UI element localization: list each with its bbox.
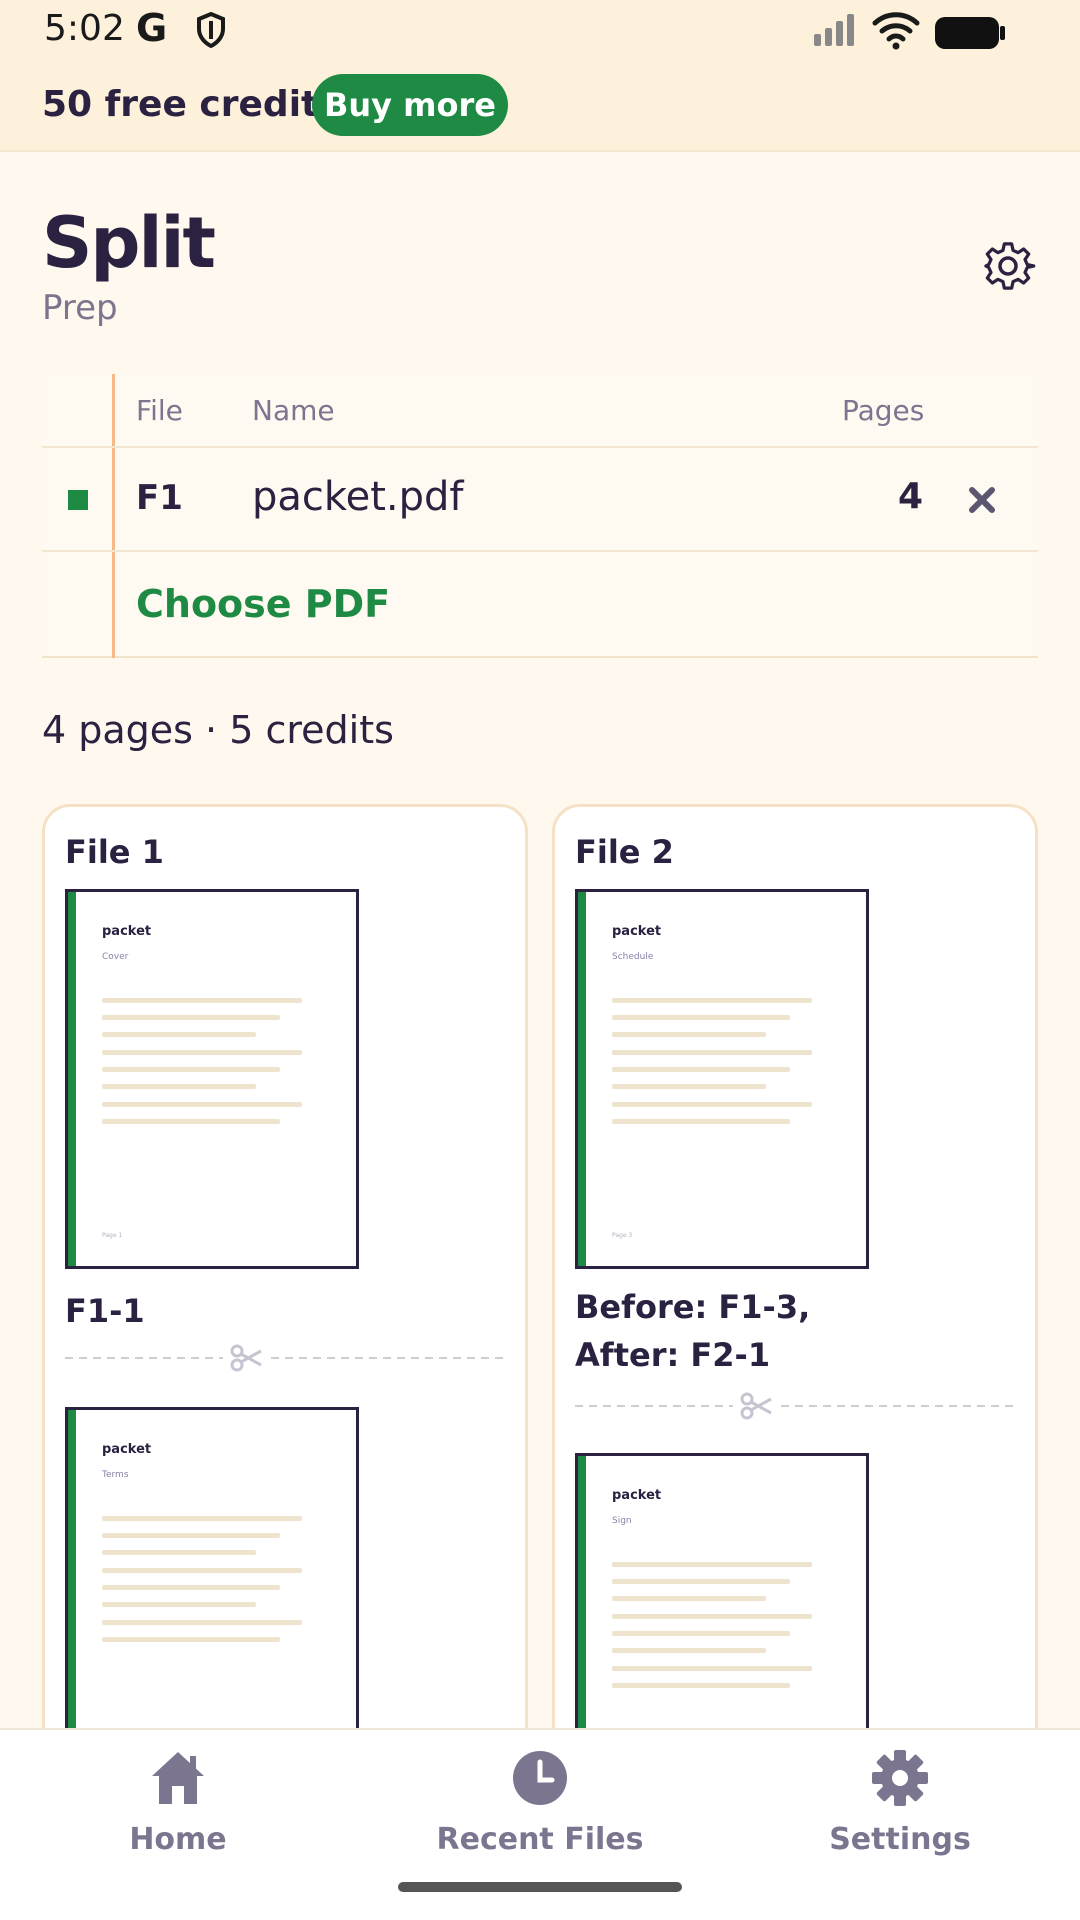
- page-label: F1-1: [65, 1292, 145, 1330]
- thumbnail-text-line: [102, 1533, 280, 1538]
- shield-icon: [197, 12, 225, 48]
- thumbnail-text-line: [102, 1067, 280, 1072]
- thumbnail-text-line: [102, 1119, 280, 1124]
- card-title: File 1: [65, 833, 164, 871]
- thumbnail-text-line: [612, 1015, 790, 1020]
- thumbnail-subtitle: Sign: [612, 1516, 632, 1526]
- thumbnail-subtitle: Cover: [102, 952, 129, 962]
- thumbnail-text-line: [102, 1015, 280, 1020]
- thumbnail-text-line: [612, 1067, 790, 1072]
- home-icon: [152, 1752, 204, 1804]
- thumbnail-subtitle: Schedule: [612, 952, 654, 962]
- battery-icon: [935, 17, 1005, 49]
- thumbnail-text-line: [102, 1568, 302, 1573]
- nav-recent-files[interactable]: Recent Files: [390, 1730, 690, 1870]
- credits-banner: 50 free credits Buy more: [0, 64, 1080, 152]
- column-header-file: File: [136, 394, 183, 427]
- nav-recent-files-label: Recent Files: [436, 1822, 644, 1857]
- file-card-1: File 1 packet Cover Page 1 F1-1 packet T…: [42, 804, 528, 1804]
- row-separator: [42, 446, 1038, 448]
- gear-icon[interactable]: [980, 238, 1036, 294]
- file-name: packet.pdf: [252, 474, 464, 520]
- nav-home-label: Home: [129, 1822, 227, 1857]
- page-thumbnail[interactable]: packet Schedule Page 3: [575, 889, 869, 1269]
- google-icon: G: [136, 6, 168, 50]
- scissors-icon: [740, 1392, 772, 1420]
- clock-icon: [513, 1751, 567, 1805]
- thumbnail-title: packet: [102, 924, 152, 939]
- thumbnail-text-line: [612, 1119, 790, 1124]
- file-table: File Name Pages F1 packet.pdf 4 Choose P…: [42, 374, 1038, 658]
- column-header-name: Name: [252, 394, 335, 427]
- card-title: File 2: [575, 833, 674, 871]
- signal-icon: [814, 14, 854, 46]
- split-cut-line[interactable]: [575, 1391, 1017, 1421]
- settings-icon: [872, 1750, 928, 1806]
- thumbnail-title: packet: [612, 924, 662, 939]
- thumbnail-text-line: [612, 1648, 766, 1653]
- thumbnail-accent-bar: [68, 892, 76, 1266]
- page-subtitle: Prep: [42, 288, 118, 328]
- thumbnail-text-line: [612, 1032, 766, 1037]
- wifi-icon: [872, 12, 920, 50]
- thumbnail-text-line: [102, 1084, 256, 1089]
- file-id: F1: [136, 478, 183, 518]
- file-color-indicator: [68, 490, 88, 510]
- thumbnail-text-line: [102, 1050, 302, 1055]
- thumbnail-text-line: [102, 1585, 280, 1590]
- thumbnail-text-line: [612, 1050, 812, 1055]
- nav-home[interactable]: Home: [28, 1730, 328, 1870]
- page-label-before: Before: F1-3,: [575, 1288, 811, 1326]
- page-title: Split: [42, 202, 216, 284]
- free-credits-label: 50 free credits: [42, 84, 340, 125]
- thumbnail-text-line: [612, 1562, 812, 1567]
- thumbnail-text-line: [102, 998, 302, 1003]
- thumbnail-footer: Page 1: [102, 1232, 123, 1239]
- thumbnail-text-line: [612, 1102, 812, 1107]
- thumbnail-text-line: [612, 1666, 812, 1671]
- thumbnail-text-line: [102, 1032, 256, 1037]
- thumbnail-text-line: [102, 1637, 280, 1642]
- remove-file-icon[interactable]: [966, 484, 998, 516]
- thumbnail-text-line: [612, 1683, 790, 1688]
- thumbnail-text-line: [612, 1084, 766, 1089]
- row-separator: [42, 550, 1038, 552]
- split-cut-line[interactable]: [65, 1343, 507, 1373]
- thumbnail-text-line: [612, 1631, 790, 1636]
- thumbnail-footer: Page 3: [612, 1232, 633, 1239]
- thumbnail-text-line: [102, 1550, 256, 1555]
- nav-settings-label: Settings: [829, 1822, 971, 1857]
- thumbnail-text-line: [102, 1620, 302, 1625]
- thumbnail-accent-bar: [578, 892, 586, 1266]
- home-indicator[interactable]: [398, 1882, 682, 1892]
- nav-settings[interactable]: Settings: [750, 1730, 1050, 1870]
- thumbnail-text-line: [102, 1602, 256, 1607]
- thumbnail-text-line: [102, 1516, 302, 1521]
- thumbnail-title: packet: [612, 1488, 662, 1503]
- file-page-count: 4: [898, 476, 924, 517]
- pages-credits-summary: 4 pages · 5 credits: [42, 708, 394, 752]
- thumbnail-text-line: [612, 1614, 812, 1619]
- scissors-icon: [230, 1344, 262, 1372]
- file-card-2: File 2 packet Schedule Page 3 Before: F1…: [552, 804, 1038, 1804]
- thumbnail-text-line: [612, 1596, 766, 1601]
- page-label-after: After: F2-1: [575, 1336, 771, 1374]
- thumbnail-subtitle: Terms: [102, 1470, 129, 1480]
- page-thumbnail[interactable]: packet Cover Page 1: [65, 889, 359, 1269]
- buy-more-button[interactable]: Buy more: [312, 74, 508, 136]
- status-bar: 5:02 G: [0, 0, 1080, 64]
- choose-pdf-button[interactable]: Choose PDF: [136, 582, 390, 626]
- column-header-pages: Pages: [842, 394, 925, 427]
- thumbnail-text-line: [612, 998, 812, 1003]
- status-time: 5:02: [44, 8, 125, 49]
- thumbnail-title: packet: [102, 1442, 152, 1457]
- thumbnail-text-line: [612, 1579, 790, 1584]
- table-divider: [112, 374, 115, 658]
- thumbnail-text-line: [102, 1102, 302, 1107]
